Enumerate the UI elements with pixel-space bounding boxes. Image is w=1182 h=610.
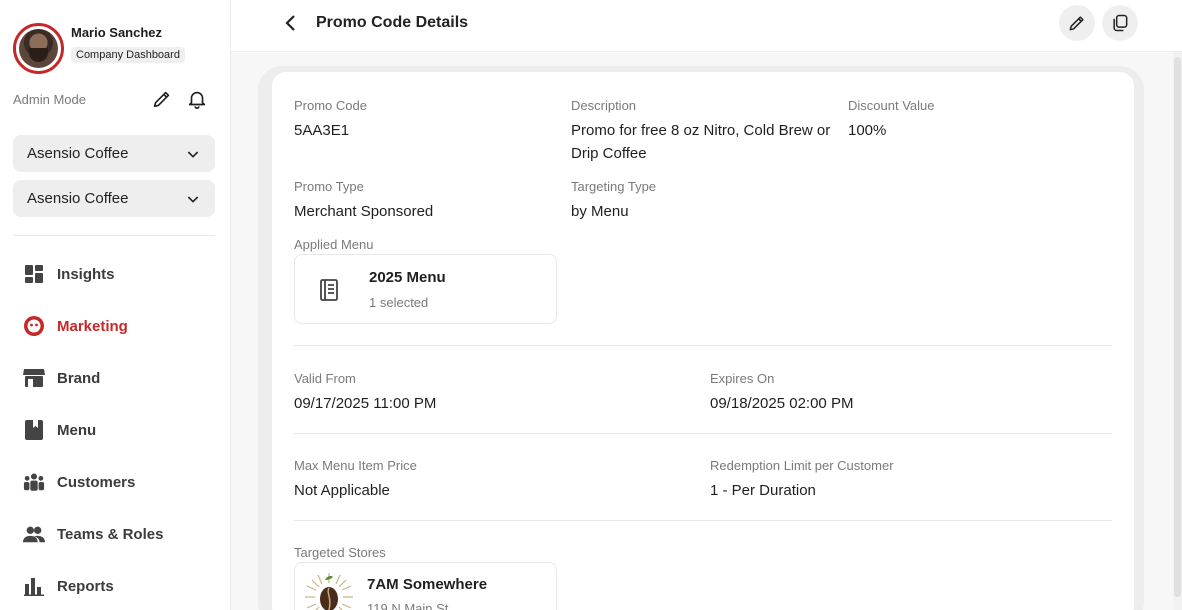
description-value: Promo for free 8 oz Nitro, Cold Brew or … — [571, 122, 831, 162]
company-dashboard-badge[interactable]: Company Dashboard — [71, 47, 185, 63]
section-divider — [294, 345, 1112, 346]
promo-type-field: Promo Type Merchant Sponsored — [294, 179, 554, 223]
customers-icon — [23, 471, 45, 493]
description-field: Description Promo for free 8 oz Nitro, C… — [571, 98, 833, 165]
field-label: Targeted Stores — [294, 545, 386, 560]
applied-menu-label: Applied Menu — [294, 237, 374, 252]
sidebar-item-teams-roles[interactable]: Teams & Roles — [13, 508, 223, 560]
discount-value: 100% — [848, 122, 887, 139]
field-label: Targeting Type — [571, 179, 657, 194]
scrollbar-thumb[interactable] — [1174, 57, 1181, 597]
sidebar-divider — [13, 235, 215, 236]
promo-code-field: Promo Code 5AA3E1 — [294, 98, 554, 142]
applied-menu-subtitle: 1 selected — [369, 295, 429, 310]
chevron-left-icon — [285, 15, 295, 31]
sidebar-item-insights[interactable]: Insights — [13, 248, 223, 300]
location-select[interactable]: Asensio Coffee — [13, 180, 215, 217]
applied-menu-card[interactable]: 2025 Menu 1 selected — [294, 254, 557, 324]
field-label: Max Menu Item Price — [294, 458, 417, 473]
admin-mode-row: Admin Mode — [13, 88, 213, 110]
bell-icon[interactable] — [186, 88, 208, 110]
edit-promo-button[interactable] — [1059, 5, 1095, 41]
expires-on-value: 09/18/2025 02:00 PM — [710, 395, 854, 412]
max-price-field: Max Menu Item Price Not Applicable — [294, 458, 674, 502]
page-title: Promo Code Details — [316, 14, 469, 31]
store-name: 7AM Somewhere — [367, 576, 488, 593]
sidebar-item-label: Teams & Roles — [57, 525, 164, 543]
edit-icon — [1069, 16, 1084, 31]
avatar[interactable] — [13, 23, 64, 74]
sidebar-item-label: Brand — [57, 369, 101, 387]
max-price-value: Not Applicable — [294, 482, 390, 499]
scrollbar[interactable] — [1173, 52, 1182, 610]
location-select-value: Asensio Coffee — [27, 190, 129, 207]
field-label: Applied Menu — [294, 237, 374, 252]
back-button[interactable] — [281, 12, 301, 34]
field-label: Discount Value — [848, 98, 935, 113]
sidebar-item-customers[interactable]: Customers — [13, 456, 223, 508]
page-header: Promo Code Details — [231, 0, 1182, 52]
chevron-down-icon — [187, 150, 199, 158]
profile[interactable]: Mario Sanchez Company Dashboard — [13, 23, 185, 74]
edit-icon[interactable] — [151, 88, 173, 110]
reports-icon — [23, 575, 45, 597]
promo-type-value: Merchant Sponsored — [294, 203, 434, 220]
sidebar-item-label: Marketing — [57, 317, 128, 335]
valid-from-value: 09/17/2025 11:00 PM — [294, 395, 437, 412]
redemption-limit-field: Redemption Limit per Customer 1 - Per Du… — [710, 458, 1100, 502]
sidebar-item-label: Menu — [57, 421, 97, 439]
discount-value-field: Discount Value 100% — [848, 98, 1108, 142]
sidebar-item-label: Reports — [57, 577, 114, 595]
chevron-down-icon — [187, 195, 199, 203]
sidebar-item-label: Customers — [57, 473, 136, 491]
promo-code-value: 5AA3E1 — [294, 122, 350, 139]
section-divider — [294, 520, 1112, 521]
targeted-stores-label: Targeted Stores — [294, 545, 386, 560]
sidebar-nav: Insights Marketing Brand Menu Customers — [13, 248, 223, 610]
field-label: Valid From — [294, 371, 356, 386]
duplicate-promo-button[interactable] — [1102, 5, 1138, 41]
field-label: Description — [571, 98, 637, 113]
redemption-limit-value: 1 - Per Duration — [710, 482, 816, 499]
sidebar-item-label: Insights — [57, 265, 115, 283]
field-label: Expires On — [710, 371, 775, 386]
store-address: 119 N Main St — [367, 601, 449, 610]
admin-mode-label: Admin Mode — [13, 92, 86, 107]
marketing-icon — [23, 315, 45, 337]
field-label: Redemption Limit per Customer — [710, 458, 894, 473]
sidebar: Mario Sanchez Company Dashboard Admin Mo… — [0, 0, 231, 610]
valid-from-field: Valid From 09/17/2025 11:00 PM — [294, 371, 674, 415]
field-label: Promo Type — [294, 179, 364, 194]
sidebar-item-marketing[interactable]: Marketing — [13, 300, 223, 352]
menu-book-icon — [319, 279, 339, 306]
applied-menu-title: 2025 Menu — [369, 269, 446, 286]
targeted-store-card[interactable]: 7AM Somewhere 119 N Main St — [294, 562, 557, 610]
targeting-type-value: by Menu — [571, 203, 629, 220]
store-logo — [303, 571, 355, 610]
sidebar-item-menu[interactable]: Menu — [13, 404, 223, 456]
teams-icon — [23, 523, 45, 545]
dashboard-icon — [23, 263, 45, 285]
targeting-type-field: Targeting Type by Menu — [571, 179, 831, 223]
merchant-select-value: Asensio Coffee — [27, 145, 129, 162]
menu-book-icon — [23, 419, 45, 441]
sidebar-item-reports[interactable]: Reports — [13, 560, 223, 610]
field-label: Promo Code — [294, 98, 367, 113]
sidebar-item-brand[interactable]: Brand — [13, 352, 223, 404]
profile-name: Mario Sanchez — [71, 25, 163, 40]
section-divider — [294, 433, 1112, 434]
expires-on-field: Expires On 09/18/2025 02:00 PM — [710, 371, 1090, 415]
copy-icon — [1113, 14, 1128, 32]
merchant-select[interactable]: Asensio Coffee — [13, 135, 215, 172]
storefront-icon — [23, 367, 45, 389]
